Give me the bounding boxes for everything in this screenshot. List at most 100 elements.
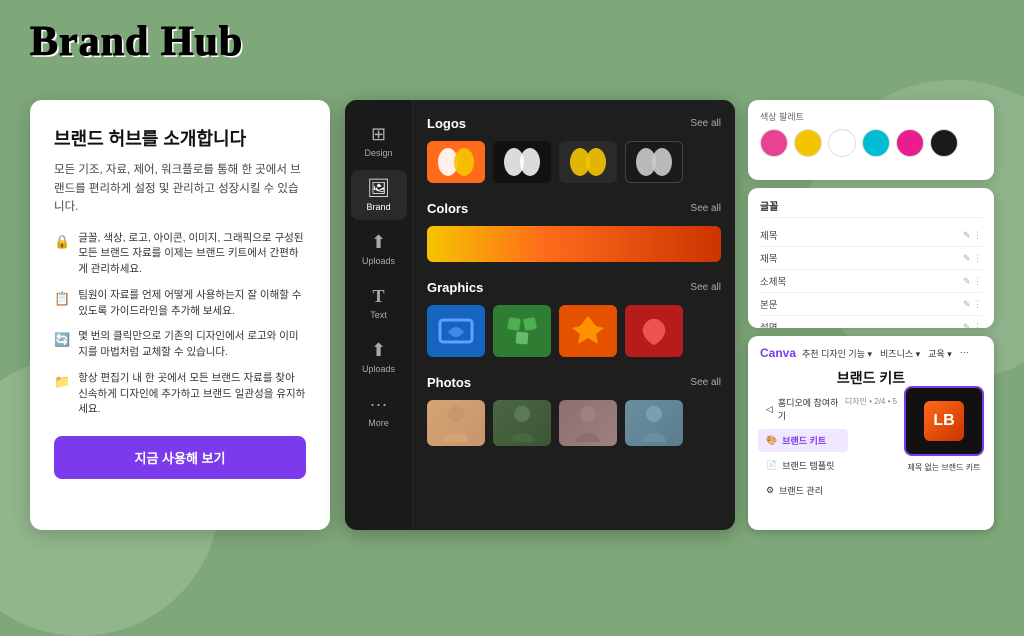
graphics-see-all[interactable]: See all [690, 282, 721, 293]
swatch-white[interactable] [828, 129, 856, 157]
swatches-label: 색상 팔레트 [760, 110, 982, 123]
page-title: Brand Hub [30, 18, 243, 66]
sidebar-item-uploads2[interactable]: ⬆ Uploads [351, 332, 407, 382]
nav-item[interactable]: 교육 ▾ [928, 347, 952, 360]
content-area: Logos See all [413, 100, 735, 530]
photo-thumb-1[interactable] [427, 400, 485, 446]
list-item: 🔄 몇 번의 클릭만으로 기존의 디자인에서 로고와 이미지를 마법처럼 교체할… [54, 329, 306, 361]
list-item: 📁 항상 편집기 내 한 곳에서 모든 브랜드 자료를 찾아 신속하게 디자인에… [54, 371, 306, 418]
swatches-row [760, 129, 982, 157]
graphic-thumb-3[interactable] [559, 305, 617, 357]
swatch-magenta[interactable] [896, 129, 924, 157]
photos-see-all[interactable]: See all [690, 377, 721, 388]
clipboard-icon: 📋 [54, 289, 70, 309]
cta-button[interactable]: 지금 사용해 보기 [54, 436, 306, 479]
typo-row: 재목 ✎ ⋮ [760, 247, 982, 270]
brand-kit-sidebar: ◁ 홈디오에 참여하기 🎨 브랜드 키트 📄 브랜드 템플릿 ⚙ 브랜드 관리 [758, 391, 848, 504]
swatch-black[interactable] [930, 129, 958, 157]
logo-thumb-white[interactable] [625, 141, 683, 183]
logos-section-header: Logos See all [427, 116, 721, 131]
photos-row [427, 400, 721, 446]
bk-item-label: 홈디오에 참여하기 [778, 396, 840, 422]
photos-section-header: Photos See all [427, 375, 721, 390]
graphics-row [427, 305, 721, 357]
typo-row: 본문 ✎ ⋮ [760, 293, 982, 316]
logos-row [427, 141, 721, 183]
bk-item-label: 브랜드 관리 [779, 484, 823, 497]
lock-icon: 🔒 [54, 232, 70, 252]
photo-thumb-4[interactable] [625, 400, 683, 446]
sidebar-item-more[interactable]: ··· More [351, 386, 407, 436]
logo-thumb-dark[interactable] [493, 141, 551, 183]
typo-name: 설명 [760, 320, 777, 328]
typo-row: 제목 ✎ ⋮ [760, 224, 982, 247]
sidebar-item-label: Uploads [362, 364, 395, 374]
uploads-icon: ⬆ [371, 232, 386, 253]
folder-icon: 📁 [54, 372, 70, 392]
sidebar-item-design[interactable]: ⊞ Design [351, 116, 407, 166]
bk-item-kit[interactable]: 🎨 브랜드 키트 [758, 429, 848, 452]
photos-title: Photos [427, 375, 471, 390]
feature-text: 팀원이 자료를 언제 어떻게 사용하는지 잘 이해할 수 있도록 가이드라인을 … [78, 288, 306, 320]
nav-item[interactable]: 비즈니스 ▾ [880, 347, 920, 360]
swatch-yellow[interactable] [794, 129, 822, 157]
bk-item-label: 브랜드 템플릿 [782, 459, 834, 472]
typo-actions[interactable]: ✎ ⋮ [963, 253, 982, 264]
manage-icon: ⚙ [766, 485, 774, 496]
typography-header: 글꼴 [760, 198, 982, 218]
sidebar-item-label: More [368, 418, 389, 428]
logo-thumb-orange[interactable] [427, 141, 485, 183]
bk-item-template[interactable]: 📄 브랜드 템플릿 [758, 454, 848, 477]
brand-icon: 🖼 [367, 178, 390, 199]
nav-item[interactable]: 추천 디자인 기능 ▾ [802, 347, 872, 360]
graphics-section-header: Graphics See all [427, 280, 721, 295]
design-icon: ⊞ [371, 124, 386, 145]
typo-name: 본문 [760, 297, 777, 311]
graphic-thumb-2[interactable] [493, 305, 551, 357]
sidebar-item-label: Uploads [362, 256, 395, 266]
logos-see-all[interactable]: See all [690, 118, 721, 129]
logo-thumb-yellow[interactable] [559, 141, 617, 183]
sidebar-item-uploads[interactable]: ⬆ Uploads [351, 224, 407, 274]
typo-actions[interactable]: ✎ ⋮ [963, 299, 982, 310]
nav-more[interactable]: ··· [960, 347, 969, 360]
list-item: 🔒 글꼴, 색상, 로고, 아이콘, 이미지, 그래픽으로 구성된 모든 브랜드… [54, 231, 306, 278]
list-item: 📋 팀원이 자료를 언제 어떻게 사용하는지 잘 이해할 수 있도록 가이드라인… [54, 288, 306, 320]
right-panel: 색상 팔레트 글꼴 제목 ✎ ⋮ 재목 ✎ ⋮ 소제목 ✎ ⋮ 본문 ✎ ⋮ [748, 100, 994, 530]
graphic-thumb-1[interactable] [427, 305, 485, 357]
graphics-title: Graphics [427, 280, 483, 295]
photo-thumb-3[interactable] [559, 400, 617, 446]
swatch-pink[interactable] [760, 129, 788, 157]
brand-kit-card: Canva 추천 디자인 기능 ▾ 비즈니스 ▾ 교육 ▾ ··· 브랜드 키트… [748, 336, 994, 530]
more-icon: ··· [370, 394, 388, 415]
colors-bar [427, 226, 721, 262]
brand-kit-logo: LB [924, 401, 964, 441]
photo-thumb-2[interactable] [493, 400, 551, 446]
kit-icon: 🎨 [766, 435, 777, 446]
canva-logo: Canva [760, 346, 796, 360]
typo-name: 소제목 [760, 274, 786, 288]
graphic-thumb-4[interactable] [625, 305, 683, 357]
typo-actions[interactable]: ✎ ⋮ [963, 276, 982, 287]
swatches-card: 색상 팔레트 [748, 100, 994, 180]
typo-row: 설명 ✎ ⋮ [760, 316, 982, 328]
home-icon: ◁ [766, 404, 773, 415]
swatch-cyan[interactable] [862, 129, 890, 157]
bk-item-home[interactable]: ◁ 홈디오에 참여하기 [758, 391, 848, 427]
intro-card: 브랜드 허브를 소개합니다 모든 기조, 자료, 제어, 워크플로를 통해 한 … [30, 100, 330, 530]
typo-actions[interactable]: ✎ ⋮ [963, 322, 982, 329]
bk-item-manage[interactable]: ⚙ 브랜드 관리 [758, 479, 848, 502]
card-description: 모든 기조, 자료, 제어, 워크플로를 통해 한 곳에서 브랜드를 편리하게 … [54, 161, 306, 216]
colors-title: Colors [427, 201, 468, 216]
colors-see-all[interactable]: See all [690, 203, 721, 214]
sidebar-item-text[interactable]: T Text [351, 278, 407, 328]
typo-actions[interactable]: ✎ ⋮ [963, 230, 982, 241]
brand-kit-thumb-label: 제목 없는 브랜드 키트 [904, 462, 984, 473]
feature-text: 항상 편집기 내 한 곳에서 모든 브랜드 자료를 찾아 신속하게 디자인에 추… [78, 371, 306, 418]
logos-title: Logos [427, 116, 466, 131]
feature-text: 글꼴, 색상, 로고, 아이콘, 이미지, 그래픽으로 구성된 모든 브랜드 자… [78, 231, 306, 278]
refresh-icon: 🔄 [54, 330, 70, 350]
brand-kit-thumbnail[interactable]: LB [904, 386, 984, 456]
nav-items: 추천 디자인 기능 ▾ 비즈니스 ▾ 교육 ▾ ··· [802, 347, 969, 360]
sidebar-item-brand[interactable]: 🖼 Brand [351, 170, 407, 220]
